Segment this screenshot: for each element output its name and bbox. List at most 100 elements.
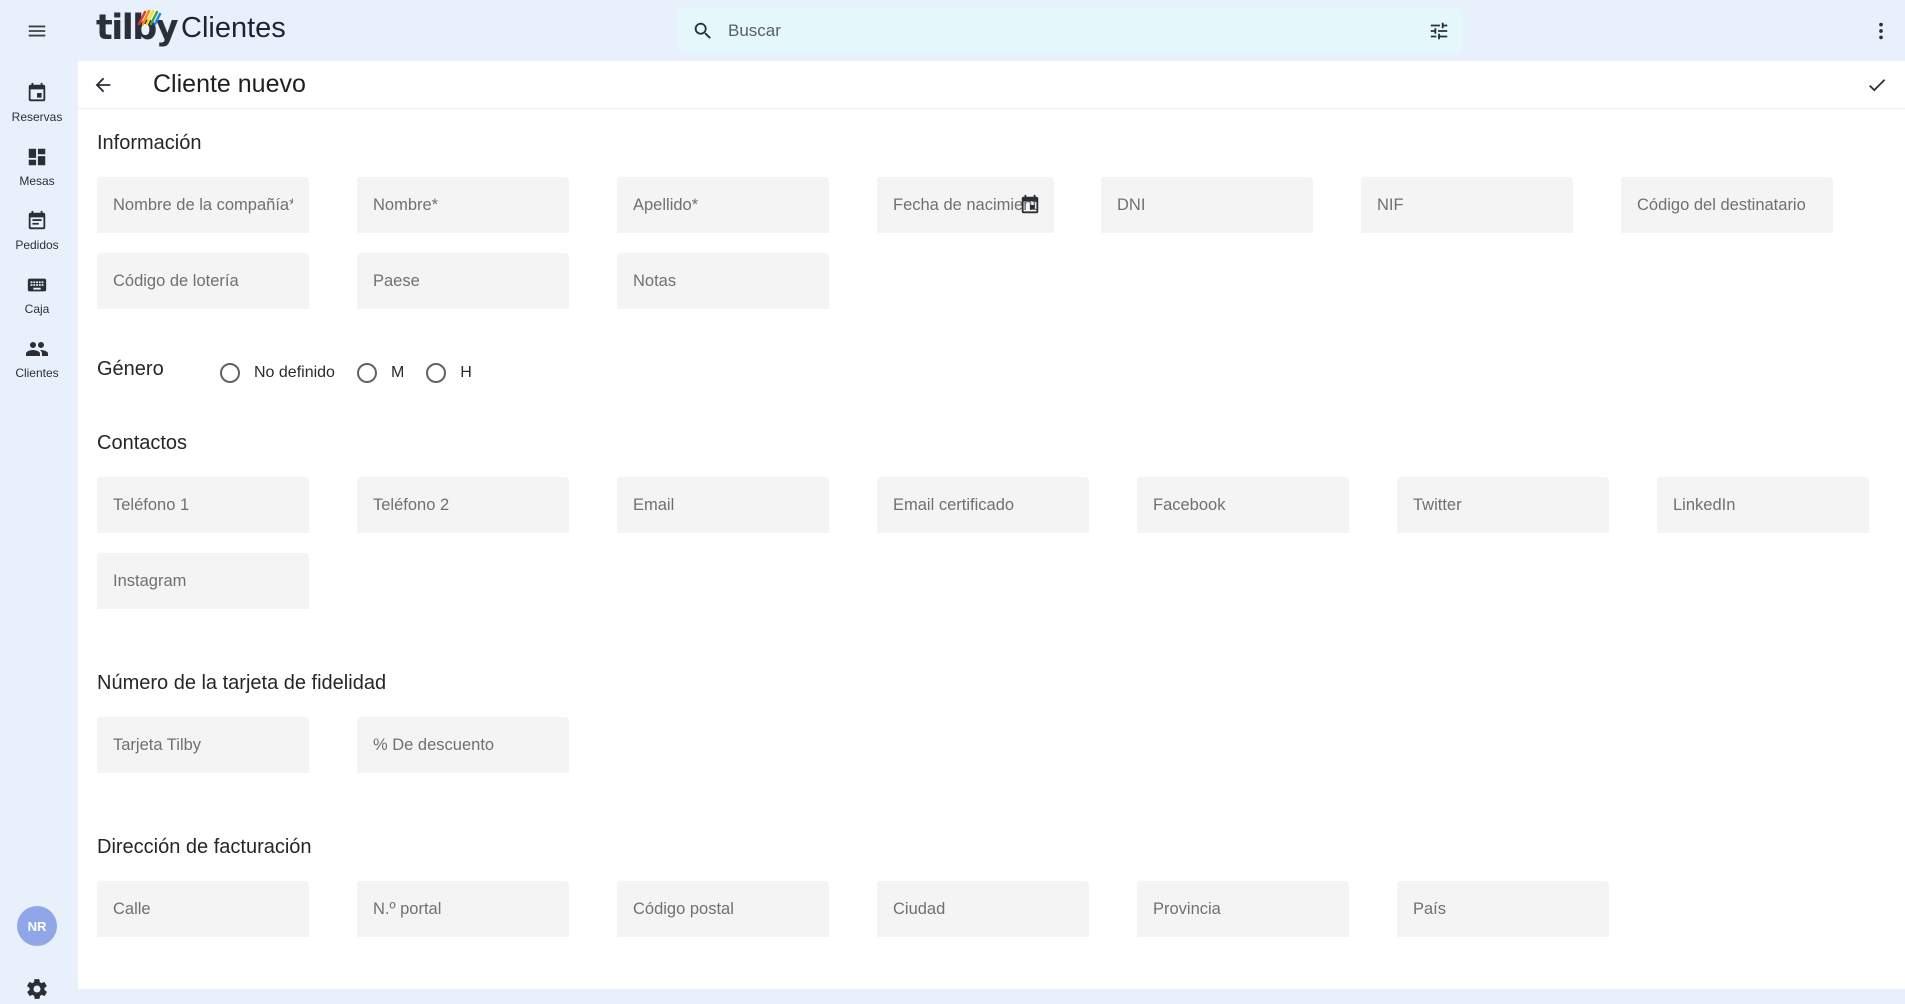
sidebar-item-label: Pedidos [15,238,59,252]
first-name-input[interactable] [357,177,569,233]
event-note-icon [25,209,49,233]
sidebar-item-caja[interactable]: Caja [0,269,74,325]
radio-button[interactable] [426,363,447,383]
country-input[interactable] [1397,881,1609,937]
calendar-picker-icon[interactable] [1018,193,1042,217]
birth-date-field[interactable] [877,177,1054,233]
top-bar: tilby Clientes [0,0,1905,61]
phone2-input[interactable] [357,477,569,533]
nif-input[interactable] [1361,177,1573,233]
instagram-field[interactable] [97,553,309,609]
section-title-contactos: Contactos [97,432,188,454]
facebook-input[interactable] [1137,477,1349,533]
street-number-input[interactable] [357,881,569,937]
linkedin-field[interactable] [1657,477,1869,533]
certified-email-input[interactable] [877,477,1089,533]
city-input[interactable] [877,881,1089,937]
section-title-genero: Género [97,358,164,380]
radio-label: H [460,364,472,381]
search-input[interactable] [728,10,1419,51]
gear-icon[interactable] [22,974,52,1004]
more-vert-icon[interactable] [1866,14,1896,48]
twitter-field[interactable] [1397,477,1609,533]
city-field[interactable] [877,881,1089,937]
notes-field[interactable] [617,253,829,309]
sidebar-item-label: Caja [24,302,50,316]
tilby-card-field[interactable] [97,717,309,773]
street-input[interactable] [97,881,309,937]
postal-code-input[interactable] [617,881,829,937]
country-paese-input[interactable] [357,253,569,309]
radio-label: No definido [254,364,335,381]
recipient-code-field[interactable] [1621,177,1833,233]
dashboard-icon [25,145,49,169]
sidebar-item-label: Reservas [11,110,63,124]
twitter-input[interactable] [1397,477,1609,533]
discount-field[interactable] [357,717,569,773]
country-paese-field[interactable] [357,253,569,309]
company-name-input[interactable] [97,177,309,233]
discount-input[interactable] [357,717,569,773]
sidebar-item-reservas[interactable]: Reservas [0,77,74,133]
search-icon [690,18,716,44]
last-name-input[interactable] [617,177,829,233]
sidebar-item-label: Clientes [15,366,59,380]
phone1-input[interactable] [97,477,309,533]
facebook-field[interactable] [1137,477,1349,533]
province-input[interactable] [1137,881,1349,937]
street-field[interactable] [97,881,309,937]
gender-radio-group: No definido M H [220,358,494,388]
lottery-code-field[interactable] [97,253,309,309]
recipient-code-input[interactable] [1621,177,1833,233]
dni-input[interactable] [1101,177,1313,233]
phone2-field[interactable] [357,477,569,533]
dni-field[interactable] [1101,177,1313,233]
page-title: Cliente nuevo [153,70,306,98]
sidebar-item-pedidos[interactable]: Pedidos [0,205,74,261]
nif-field[interactable] [1361,177,1573,233]
province-field[interactable] [1137,881,1349,937]
gender-option-m[interactable]: M [356,363,405,383]
page-header: Cliente nuevo [78,61,1905,109]
email-input[interactable] [617,477,829,533]
check-icon[interactable] [1862,70,1892,100]
gender-option-h[interactable]: H [426,363,472,383]
sidebar-item-mesas[interactable]: Mesas [0,141,74,197]
side-navigation: Reservas Mesas Pedidos Caja Clientes NR [0,61,78,999]
filter-tune-icon[interactable] [1419,11,1459,51]
section-title-facturacion: Dirección de facturación [97,836,312,858]
lottery-code-input[interactable] [97,253,309,309]
app-title: Clientes [181,12,286,44]
certified-email-field[interactable] [877,477,1089,533]
people-icon [25,337,49,361]
country-field[interactable] [1397,881,1609,937]
section-title-fidelidad: Número de la tarjeta de fidelidad [97,672,387,694]
calendar-icon [25,81,49,105]
gender-option-undefined[interactable]: No definido [220,363,335,383]
radio-label: M [390,364,405,381]
email-field[interactable] [617,477,829,533]
first-name-field[interactable] [357,177,569,233]
logo-rainbow-icon [137,9,162,26]
user-avatar[interactable]: NR [17,906,57,946]
postal-code-field[interactable] [617,881,829,937]
street-number-field[interactable] [357,881,569,937]
linkedin-input[interactable] [1657,477,1869,533]
notes-input[interactable] [617,253,829,309]
tilby-card-input[interactable] [97,717,309,773]
sidebar-item-clientes[interactable]: Clientes [0,333,74,389]
section-title-informacion: Información [97,132,202,154]
tilby-logo: tilby [96,4,179,52]
search-bar [678,8,1463,53]
last-name-field[interactable] [617,177,829,233]
main-content: Cliente nuevo Información Género [78,61,1905,989]
radio-button[interactable] [220,363,240,383]
radio-button[interactable] [356,363,377,383]
instagram-input[interactable] [97,553,309,609]
back-arrow-icon[interactable] [88,70,118,100]
sidebar-item-label: Mesas [19,174,55,188]
phone1-field[interactable] [97,477,309,533]
company-name-field[interactable] [97,177,309,233]
menu-icon[interactable] [20,14,54,48]
keyboard-icon [25,273,49,297]
